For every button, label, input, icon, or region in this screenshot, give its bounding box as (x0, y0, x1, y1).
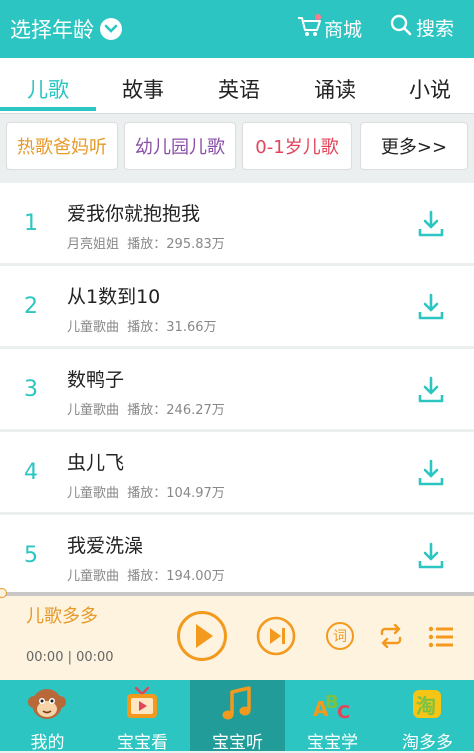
download-icon[interactable] (416, 458, 446, 488)
nav-learn-label: 宝宝学 (307, 733, 358, 753)
song-title: 爱我你就抱抱我 (67, 203, 201, 225)
age-selector[interactable]: 选择年龄 (10, 14, 122, 44)
playback-time: 00:00 | 00:00 (26, 650, 114, 665)
next-button[interactable] (256, 616, 296, 660)
song-meta: 儿童歌曲 播放：246.27万 (67, 399, 225, 418)
song-number: 1 (24, 211, 38, 236)
song-plays: 播放：194.00万 (127, 569, 225, 584)
progress-bar[interactable] (0, 592, 474, 596)
svg-text:淘: 淘 (416, 694, 436, 718)
active-tab-indicator (0, 107, 96, 111)
song-number: 2 (24, 294, 38, 319)
song-title: 从1数到10 (67, 286, 161, 308)
download-icon[interactable] (416, 292, 446, 322)
song-meta: 儿童歌曲 播放：194.00万 (67, 565, 225, 584)
tab-xiaoshuo[interactable]: 小说 (390, 74, 470, 104)
nav-listen[interactable]: 宝宝听 (190, 680, 285, 753)
music-note-icon (222, 686, 251, 720)
play-button[interactable] (176, 610, 228, 666)
nav-watch[interactable]: 宝宝看 (95, 680, 190, 753)
category-tabs: 儿歌 故事 英语 诵读 小说 (0, 58, 474, 114)
song-title: 数鸭子 (67, 369, 125, 391)
list-item[interactable]: 1 爱我你就抱抱我 月亮姐姐 播放：295.83万 (0, 183, 474, 263)
nav-mine-label: 我的 (30, 733, 65, 753)
chip-kindergarten[interactable]: 幼儿园儿歌 (124, 122, 236, 170)
nav-watch-label: 宝宝看 (117, 733, 168, 753)
next-icon (256, 616, 296, 656)
song-title: 我爱洗澡 (67, 535, 144, 557)
song-artist: 儿童歌曲 (67, 569, 120, 584)
list-item[interactable]: 4 虫儿飞 儿童歌曲 播放：104.97万 (0, 432, 474, 512)
song-meta: 月亮姐姐 播放：295.83万 (67, 233, 225, 252)
playlist-button[interactable] (428, 626, 454, 652)
nav-tao-label: 淘多多 (402, 733, 453, 753)
song-artist: 儿童歌曲 (67, 403, 120, 418)
now-playing-title: 儿歌多多 (26, 606, 98, 627)
song-plays: 播放：295.83万 (127, 237, 225, 252)
nav-learn[interactable]: A B C 宝宝学 (285, 680, 380, 753)
list-icon (428, 626, 453, 648)
repeat-button[interactable] (378, 623, 404, 652)
song-meta: 儿童歌曲 播放：104.97万 (67, 482, 225, 501)
nav-listen-label: 宝宝听 (212, 733, 263, 753)
download-icon[interactable] (416, 375, 446, 405)
song-plays: 播放：31.66万 (127, 320, 217, 335)
chip-age-0-1[interactable]: 0-1岁儿歌 (242, 122, 352, 170)
tao-icon: 淘 (413, 690, 441, 718)
abc-icon: A B C (313, 692, 350, 723)
song-plays: 播放：246.27万 (127, 403, 225, 418)
lyrics-icon: 词 (326, 622, 354, 650)
nav-tao[interactable]: 淘 淘多多 (380, 680, 474, 753)
chevron-down-icon (100, 18, 122, 40)
song-number: 5 (24, 543, 38, 568)
song-meta: 儿童歌曲 播放：31.66万 (67, 316, 217, 335)
tab-yingyu[interactable]: 英语 (199, 74, 279, 104)
song-number: 3 (24, 377, 38, 402)
song-artist: 儿童歌曲 (67, 320, 120, 335)
tab-gushi[interactable]: 故事 (103, 74, 183, 104)
play-icon (177, 611, 227, 661)
age-selector-label: 选择年龄 (10, 18, 94, 42)
shop-label: 商城 (324, 19, 363, 41)
list-item[interactable]: 5 我爱洗澡 儿童歌曲 播放：194.00万 (0, 515, 474, 595)
tab-songdu[interactable]: 诵读 (295, 74, 375, 104)
nav-mine[interactable]: 我的 (0, 680, 95, 753)
download-icon[interactable] (416, 209, 446, 239)
tv-icon (127, 686, 157, 718)
chip-hot-songs[interactable]: 热歌爸妈听 (6, 122, 118, 170)
search-label: 搜索 (416, 18, 455, 40)
search-button[interactable]: 搜索 (390, 14, 454, 41)
cart-icon (296, 14, 322, 43)
song-artist: 儿童歌曲 (67, 486, 120, 501)
chip-more[interactable]: 更多>> (360, 122, 468, 170)
song-plays: 播放：104.97万 (127, 486, 225, 501)
top-bar: 选择年龄 商城 搜索 (0, 0, 474, 58)
download-icon[interactable] (416, 541, 446, 571)
list-item[interactable]: 2 从1数到10 儿童歌曲 播放：31.66万 (0, 266, 474, 346)
svg-text:C: C (337, 702, 350, 723)
lyrics-button[interactable]: 词 (326, 622, 354, 650)
monkey-icon (28, 689, 66, 719)
song-artist: 月亮姐姐 (67, 237, 120, 252)
bottom-nav: 我的 宝宝看 宝宝听 A B C 宝宝学 淘 淘多多 (0, 680, 474, 753)
song-number: 4 (24, 460, 38, 485)
song-title: 虫儿飞 (67, 452, 125, 474)
shop-button[interactable]: 商城 (296, 14, 362, 43)
tab-erge[interactable]: 儿歌 (8, 74, 88, 104)
repeat-icon (380, 623, 402, 649)
search-icon (390, 14, 412, 41)
list-item[interactable]: 3 数鸭子 儿童歌曲 播放：246.27万 (0, 349, 474, 429)
playlist-chips: 热歌爸妈听 幼儿园儿歌 0-1岁儿歌 更多>> (0, 114, 474, 180)
